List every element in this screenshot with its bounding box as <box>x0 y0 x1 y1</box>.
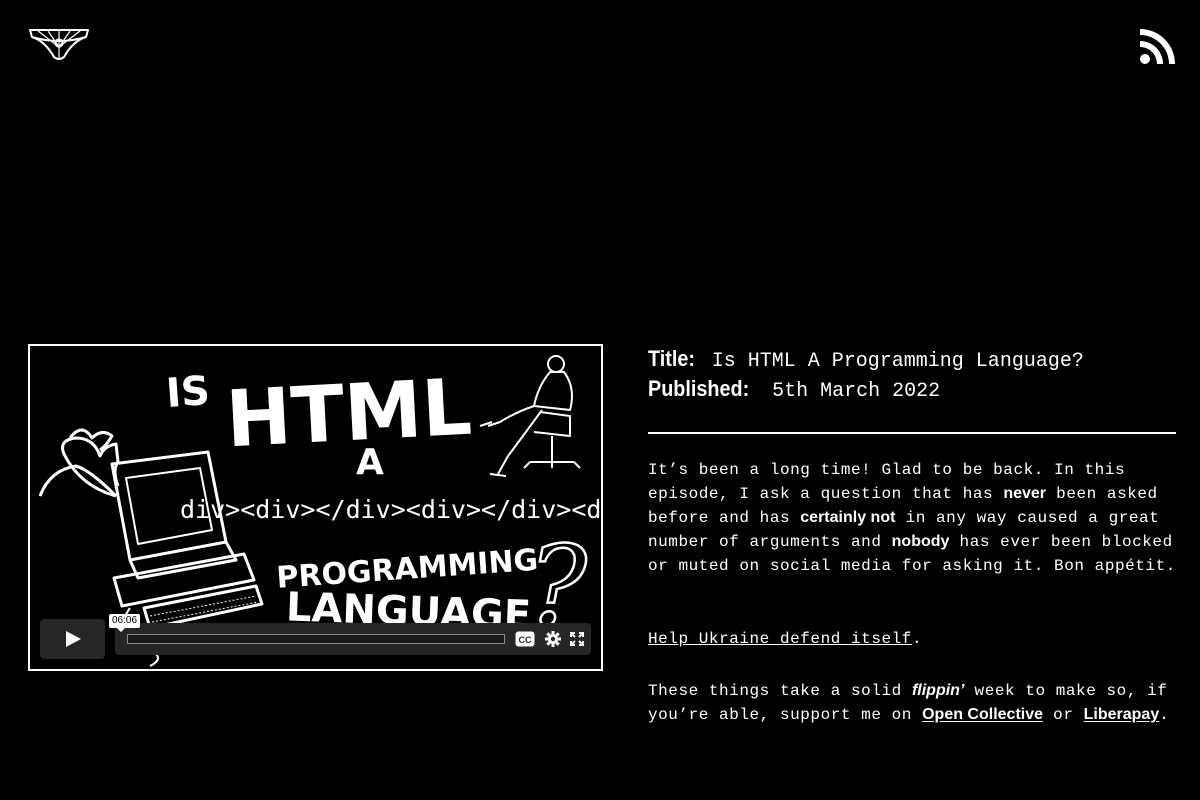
fullscreen-icon[interactable] <box>570 632 584 646</box>
gear-icon[interactable] <box>545 631 561 647</box>
support-text: These things take a solid <box>648 682 912 700</box>
site-logo-icon[interactable] <box>28 27 90 62</box>
play-button[interactable] <box>40 619 105 659</box>
published-value: 5th March 2022 <box>772 380 941 403</box>
thumb-code-strip: div><div></div><div></div><div <box>180 495 601 524</box>
support-paragraph: These things take a solid flippin’ week … <box>648 679 1178 727</box>
progress-bar[interactable] <box>127 634 505 644</box>
divider <box>648 432 1176 434</box>
published-row: Published: 5th March 2022 <box>648 374 1176 404</box>
title-value: Is HTML A Programming Language? <box>711 350 1084 373</box>
timecode: 06:06 <box>109 614 141 632</box>
video-controls: 06:06 CC <box>40 614 591 659</box>
play-icon <box>66 631 81 647</box>
emphasis-never: never <box>1003 485 1047 502</box>
emphasis-flippin: flippin’ <box>911 682 965 699</box>
support-text: or <box>1043 706 1084 724</box>
video-player[interactable]: IS HTML A div><div></div><div></div><div… <box>28 344 603 671</box>
thumb-text-is: IS <box>165 368 212 417</box>
title-label: Title: <box>648 346 695 371</box>
svg-text:CC: CC <box>519 635 532 645</box>
emphasis-nobody: nobody <box>891 533 950 550</box>
period: . <box>911 630 923 648</box>
published-label: Published: <box>648 376 750 401</box>
open-collective-link[interactable]: Open Collective <box>922 706 1043 723</box>
closed-captions-icon[interactable]: CC <box>515 631 535 647</box>
ukraine-paragraph: Help Ukraine defend itself. <box>648 627 1178 651</box>
help-ukraine-link[interactable]: Help Ukraine defend itself <box>648 630 912 648</box>
thumb-text-html: HTML <box>224 363 474 466</box>
description-paragraph: It’s been a long time! Glad to be back. … <box>648 458 1178 578</box>
period: . <box>1159 706 1170 724</box>
episode-meta: Title: Is HTML A Programming Language? P… <box>648 344 1176 404</box>
title-row: Title: Is HTML A Programming Language? <box>648 344 1176 374</box>
liberapay-link[interactable]: Liberapay <box>1084 706 1160 723</box>
emphasis-certainly-not: certainly not <box>800 509 896 526</box>
rss-feed-icon[interactable] <box>1140 28 1176 64</box>
thumb-arm-illustration <box>38 428 120 498</box>
control-bar: 06:06 CC <box>109 614 591 655</box>
thumb-man-illustration <box>479 355 581 477</box>
thumb-text-a: A <box>356 442 384 483</box>
